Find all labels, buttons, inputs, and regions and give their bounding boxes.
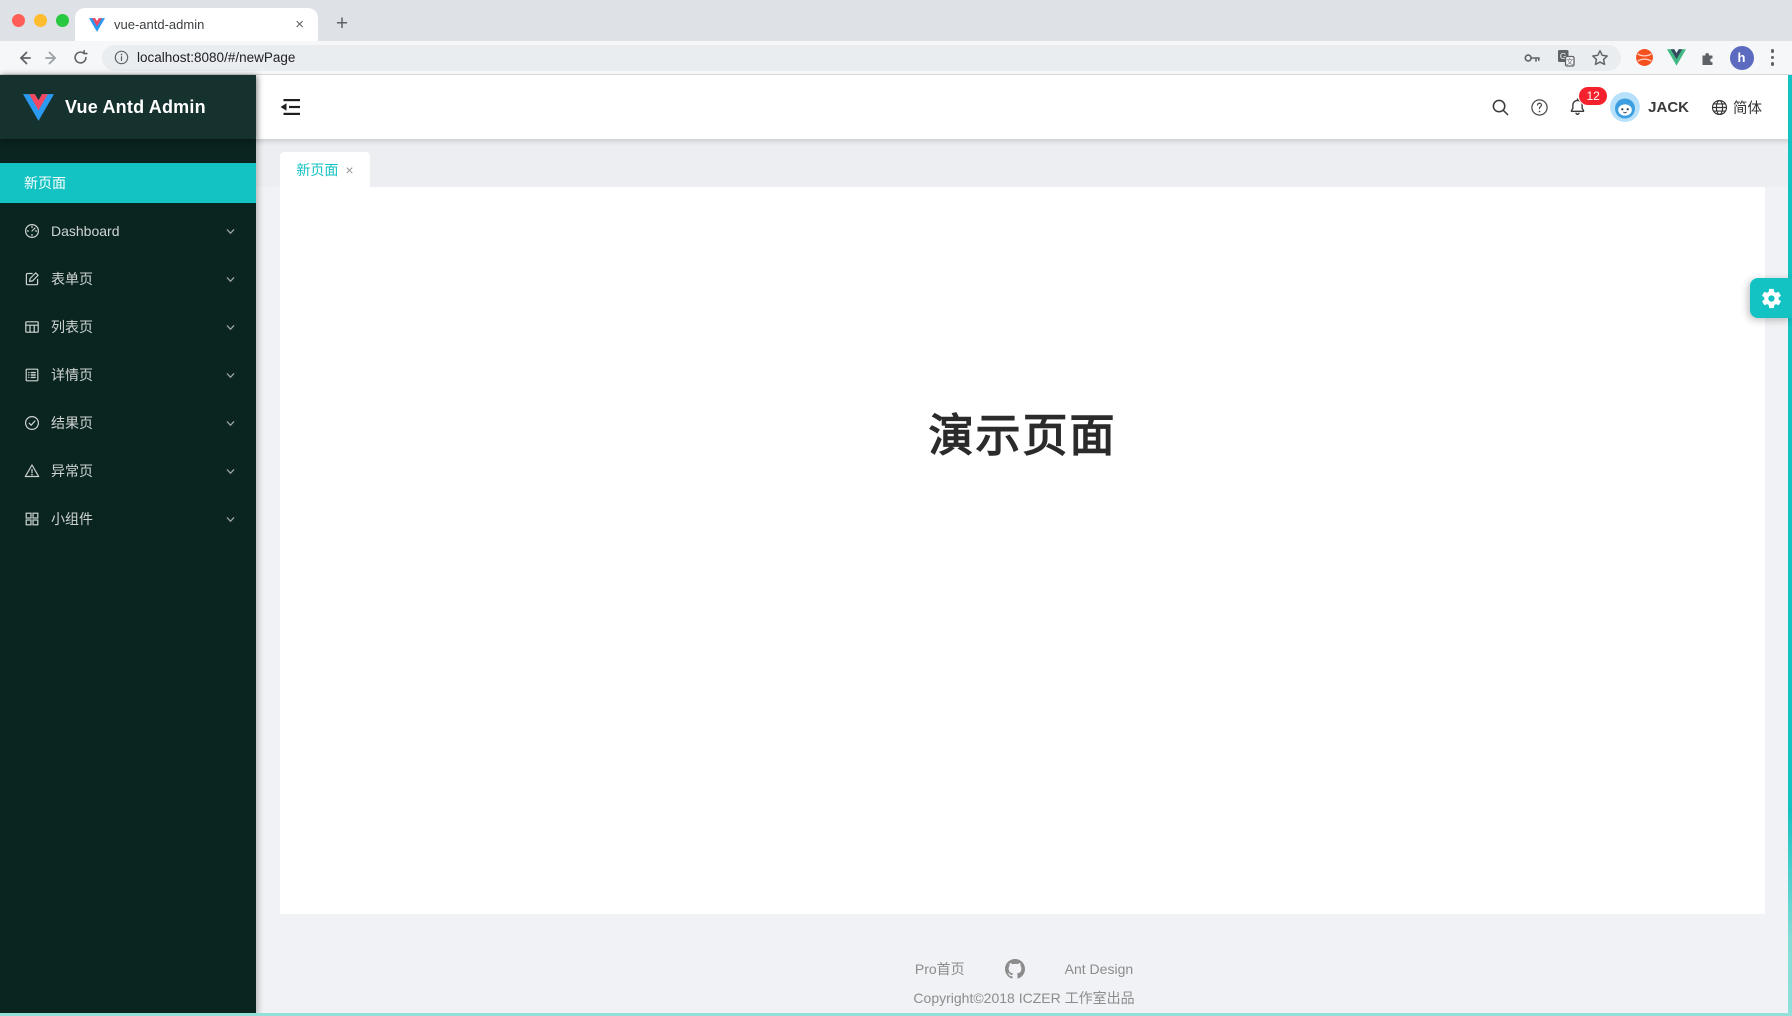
browser-chrome: vue-antd-admin × + localhost:8080/#/newP… [0,0,1792,75]
page-tabs-bar: 新页面 × [256,139,1792,187]
traffic-lights [12,14,69,27]
user-avatar[interactable] [1610,92,1640,122]
forward-button[interactable] [38,44,66,72]
sidebar-menu: 新页面 Dashboard 表单页 [0,139,256,539]
app-logo[interactable]: Vue Antd Admin [0,75,256,139]
chevron-down-icon [225,322,236,333]
chevron-down-icon [225,226,236,237]
sidebar-item-label: 异常页 [51,461,225,481]
notification-bell[interactable]: 12 [1568,97,1588,117]
sidebar-item-exception[interactable]: 异常页 [0,451,256,491]
sidebar-item-dashboard[interactable]: Dashboard [0,211,256,251]
browser-tab-strip: vue-antd-admin × + [0,0,1792,41]
page-tab-new-page[interactable]: 新页面 × [280,152,370,187]
sidebar-item-label: 小组件 [51,509,225,529]
sidebar-item-detail[interactable]: 详情页 [0,355,256,395]
password-key-icon[interactable] [1523,49,1541,67]
theme-accent-strip-right [1788,75,1792,1016]
site-info-icon[interactable] [114,50,129,65]
footer-link-antd[interactable]: Ant Design [1065,961,1133,977]
sidebar-item-result[interactable]: 结果页 [0,403,256,443]
translate-icon[interactable]: G文 [1557,49,1575,67]
url-text[interactable]: localhost:8080/#/newPage [137,50,1523,65]
profile-icon [24,367,40,383]
chevron-down-icon [225,514,236,525]
page-title: 演示页面 [280,187,1765,464]
browser-profile-avatar[interactable]: h [1730,46,1754,70]
sidebar-item-widgets[interactable]: 小组件 [0,499,256,539]
browser-menu-icon[interactable] [1767,49,1779,66]
main-area: 新页面 × 演示页面 Pro首页 Ant Design Copyright©20… [256,139,1792,1016]
sidebar-item-label: 新页面 [24,173,236,193]
sidebar-item-label: 表单页 [51,269,225,289]
appstore-icon [24,511,40,527]
help-icon[interactable] [1529,97,1549,117]
vue-favicon [89,18,105,32]
menu-fold-icon[interactable] [280,97,302,117]
back-button[interactable] [10,44,38,72]
gear-icon [1760,287,1783,310]
page-tab-close-icon[interactable]: × [345,162,353,178]
app-root: Vue Antd Admin 新页面 Dashboard 表单页 [0,75,1792,1016]
browser-tab-close-icon[interactable]: × [291,15,308,34]
table-icon [24,319,40,335]
chevron-down-icon [225,418,236,429]
page-footer: Pro首页 Ant Design Copyright©2018 ICZER 工作… [256,914,1792,1008]
app-title: Vue Antd Admin [65,97,206,118]
warning-icon [24,463,40,479]
browser-toolbar: localhost:8080/#/newPage G文 [0,41,1792,75]
browser-tab[interactable]: vue-antd-admin × [75,8,318,41]
sidebar-item-form[interactable]: 表单页 [0,259,256,299]
page-tab-label: 新页面 [296,160,338,180]
sidebar-item-label: 详情页 [51,365,225,385]
sidebar-item-label: 结果页 [51,413,225,433]
username[interactable]: JACK [1648,99,1689,116]
new-tab-button[interactable]: + [328,10,356,38]
bookmark-star-icon[interactable] [1591,49,1609,67]
sidebar: Vue Antd Admin 新页面 Dashboard 表单页 [0,75,256,1016]
form-icon [24,271,40,287]
language-switcher[interactable]: 简体 [1711,97,1762,118]
footer-link-pro[interactable]: Pro首页 [915,959,965,979]
globe-icon [1711,99,1728,116]
address-bar[interactable]: localhost:8080/#/newPage G文 [102,45,1621,71]
check-circle-icon [24,415,40,431]
svg-text:文: 文 [1566,57,1573,66]
copyright: Copyright©2018 ICZER 工作室出品 [256,988,1792,1008]
sidebar-item-new-page[interactable]: 新页面 [0,163,256,203]
notification-badge: 12 [1579,87,1607,105]
language-label: 简体 [1733,97,1762,118]
vue-logo-icon [23,94,54,121]
sidebar-item-label: 列表页 [51,317,225,337]
sidebar-item-label: Dashboard [51,223,225,239]
dashboard-icon [24,223,40,239]
chevron-down-icon [225,274,236,285]
settings-drawer-button[interactable] [1750,278,1792,318]
chevron-down-icon [225,466,236,477]
chevron-down-icon [225,370,236,381]
window-maximize-button[interactable] [56,14,69,27]
reload-button[interactable] [66,44,94,72]
window-minimize-button[interactable] [34,14,47,27]
window-close-button[interactable] [12,14,25,27]
content-card: 演示页面 [280,187,1765,914]
search-icon[interactable] [1490,97,1510,117]
sidebar-item-list[interactable]: 列表页 [0,307,256,347]
extension-orange-icon[interactable] [1635,48,1654,67]
extensions-puzzle-icon[interactable] [1699,49,1717,67]
vue-devtools-icon[interactable] [1667,49,1686,66]
app-header: 12 JACK 简体 [256,75,1792,139]
browser-tab-title: vue-antd-admin [114,17,291,32]
github-icon[interactable] [1005,959,1025,979]
